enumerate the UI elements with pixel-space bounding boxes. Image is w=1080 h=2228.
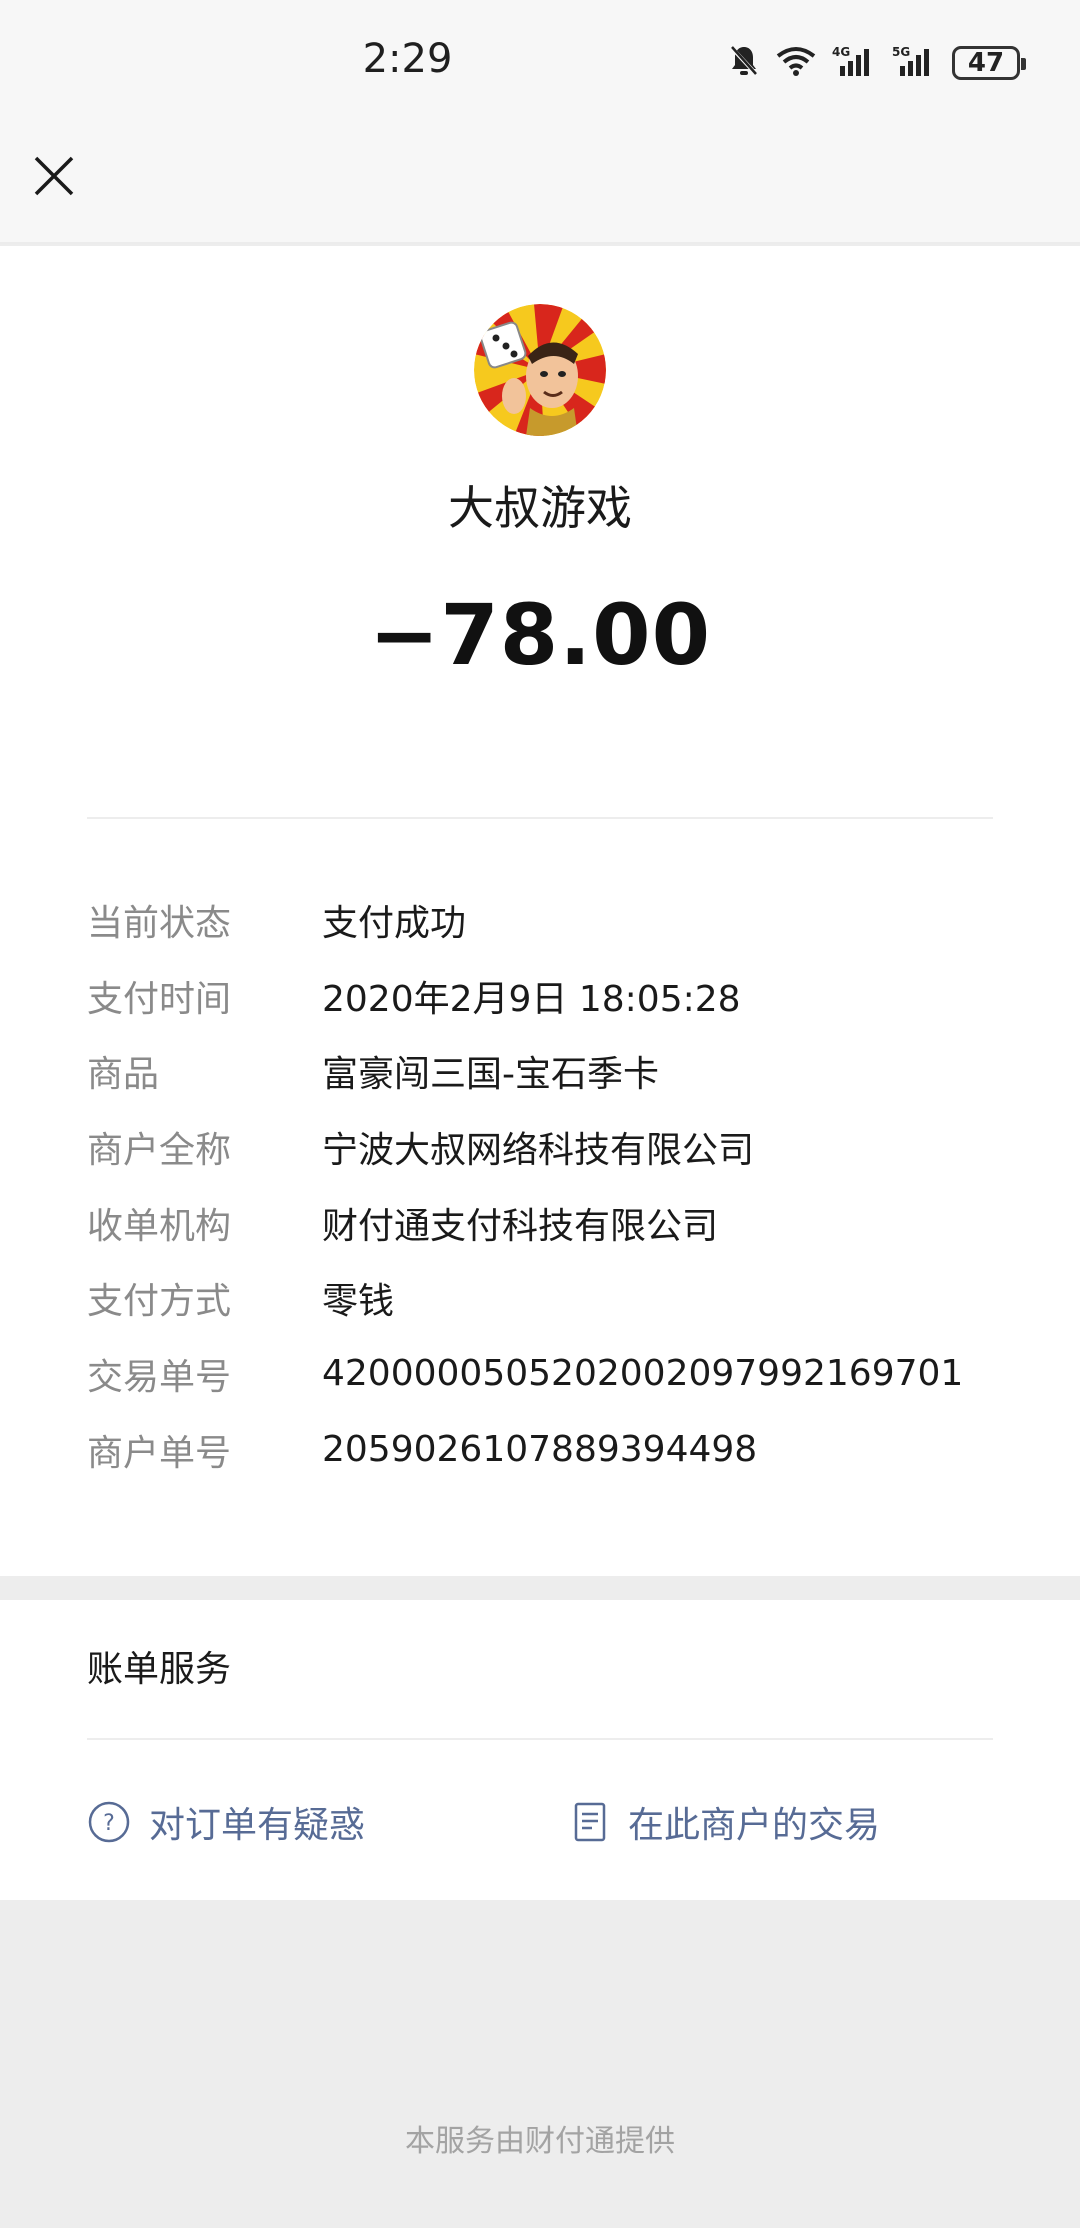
merchant-name: 大叔游戏 — [448, 481, 632, 535]
detail-value: 宁波大叔网络科技有限公司 — [322, 1129, 755, 1171]
detail-value: 零钱 — [322, 1281, 395, 1323]
status-bar: 2:29 4G 5G 47 — [0, 0, 1080, 124]
detail-value: 财付通支付科技有限公司 — [322, 1205, 719, 1247]
battery-icon: 47 — [952, 46, 1026, 80]
wifi-icon — [774, 44, 818, 82]
svg-text:4G: 4G — [832, 45, 850, 59]
bell-off-icon — [728, 44, 760, 82]
nav-bar — [0, 124, 1080, 244]
detail-row-merchant-order-id: 商户单号 2059026107889394498 — [87, 1412, 1027, 1488]
bill-detail-card: 大叔游戏 −78.00 当前状态 支付成功 支付时间 2020年2月9日 18:… — [0, 246, 1080, 1576]
detail-row-product: 商品 富豪闯三国-宝石季卡 — [87, 1033, 1027, 1109]
divider — [87, 1738, 993, 1740]
detail-row-merchant-fullname: 商户全称 宁波大叔网络科技有限公司 — [87, 1109, 1027, 1185]
signal-4g-icon: 4G — [832, 44, 878, 82]
detail-label: 支付时间 — [87, 978, 232, 1020]
detail-label: 商品 — [87, 1054, 160, 1096]
detail-label: 商户单号 — [87, 1432, 232, 1474]
detail-value: 支付成功 — [322, 902, 467, 944]
bill-service-card: 账单服务 ? 对订单有疑惑 在此商户的交易 — [0, 1600, 1080, 1900]
status-time: 2:29 — [362, 36, 453, 82]
svg-text:?: ? — [103, 1811, 115, 1836]
detail-label: 收单机构 — [87, 1205, 232, 1247]
detail-label: 交易单号 — [87, 1356, 232, 1398]
detail-row-time: 支付时间 2020年2月9日 18:05:28 — [87, 958, 1027, 1034]
detail-value: 2020年2月9日 18:05:28 — [322, 978, 741, 1020]
signal-5g-icon: 5G — [892, 44, 938, 82]
status-icons: 4G 5G 47 — [728, 42, 1026, 84]
payment-amount: −78.00 — [368, 586, 712, 684]
question-circle-icon: ? — [87, 1800, 131, 1844]
detail-list: 当前状态 支付成功 支付时间 2020年2月9日 18:05:28 商品 富豪闯… — [87, 882, 1027, 1488]
divider — [87, 817, 993, 819]
detail-label: 商户全称 — [87, 1129, 232, 1171]
detail-row-transaction-id: 交易单号 4200000505202002097992169701 — [87, 1336, 1027, 1412]
svg-text:5G: 5G — [892, 45, 910, 59]
footer-provider-text: 本服务由财付通提供 — [405, 2124, 675, 2159]
detail-row-status: 当前状态 支付成功 — [87, 882, 1027, 958]
detail-value: 2059026107889394498 — [322, 1429, 758, 1471]
document-icon — [570, 1800, 610, 1844]
detail-row-acquirer: 收单机构 财付通支付科技有限公司 — [87, 1185, 1027, 1261]
detail-label: 当前状态 — [87, 902, 232, 944]
detail-value: 富豪闯三国-宝石季卡 — [322, 1054, 659, 1096]
detail-label: 支付方式 — [87, 1281, 232, 1323]
close-button[interactable] — [26, 150, 82, 206]
merchant-transactions-label: 在此商户的交易 — [628, 1805, 881, 1846]
close-icon — [33, 155, 75, 201]
order-question-link[interactable]: ? 对订单有疑惑 — [87, 1796, 365, 1848]
merchant-transactions-link[interactable]: 在此商户的交易 — [570, 1796, 880, 1848]
detail-row-payment-method: 支付方式 零钱 — [87, 1260, 1027, 1336]
detail-value: 4200000505202002097992169701 — [322, 1353, 964, 1395]
order-question-label: 对订单有疑惑 — [149, 1805, 366, 1846]
service-title: 账单服务 — [87, 1649, 232, 1690]
merchant-avatar — [474, 304, 606, 436]
